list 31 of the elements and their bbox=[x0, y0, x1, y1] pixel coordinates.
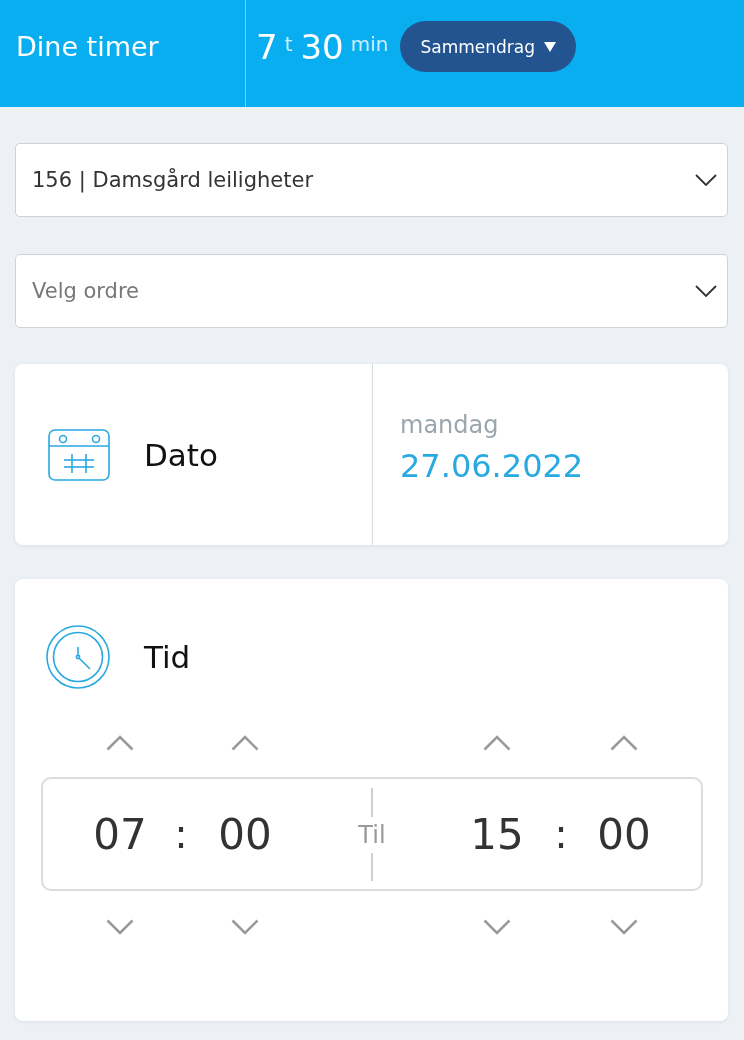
end-hours-value: 15 bbox=[470, 809, 524, 859]
time-separator: : bbox=[554, 811, 568, 857]
summary-dropdown-button[interactable]: Sammendrag bbox=[400, 21, 577, 72]
total-minutes: 30 bbox=[300, 26, 344, 67]
page-title: Dine timer bbox=[16, 31, 159, 62]
chevron-down-icon bbox=[695, 285, 717, 297]
dropdown-select[interactable]: Velg ordre bbox=[15, 254, 728, 328]
chevron-down-icon[interactable] bbox=[610, 919, 638, 935]
dropdown-select[interactable]: 156 | Damsgård leiligheter bbox=[15, 143, 728, 217]
chevron-down-icon bbox=[695, 174, 717, 186]
start-minutes-value: 00 bbox=[218, 809, 272, 859]
minutes-unit-label: min bbox=[350, 31, 389, 56]
caret-down-icon bbox=[544, 41, 557, 52]
chevron-up-icon[interactable] bbox=[610, 735, 638, 751]
start-hours-value: 07 bbox=[93, 809, 147, 859]
total-hours: 7 bbox=[256, 26, 278, 67]
date-label: Dato bbox=[144, 436, 218, 473]
hours-unit-label: t bbox=[284, 31, 293, 56]
chevron-down-icon[interactable] bbox=[106, 919, 134, 935]
chevron-up-icon[interactable] bbox=[106, 735, 134, 751]
chevron-up-icon[interactable] bbox=[483, 735, 511, 751]
calendar-icon bbox=[48, 428, 110, 481]
weekday-text: mandag bbox=[400, 410, 500, 439]
time-label: Tid bbox=[144, 639, 191, 675]
chevron-up-icon[interactable] bbox=[231, 735, 259, 751]
end-minutes-value: 00 bbox=[597, 809, 651, 859]
time-separator: : bbox=[174, 811, 188, 857]
chevron-down-icon[interactable] bbox=[231, 919, 259, 935]
range-separator-label: Til bbox=[358, 819, 386, 851]
chevron-down-icon[interactable] bbox=[483, 919, 511, 935]
clock-icon bbox=[46, 625, 110, 689]
